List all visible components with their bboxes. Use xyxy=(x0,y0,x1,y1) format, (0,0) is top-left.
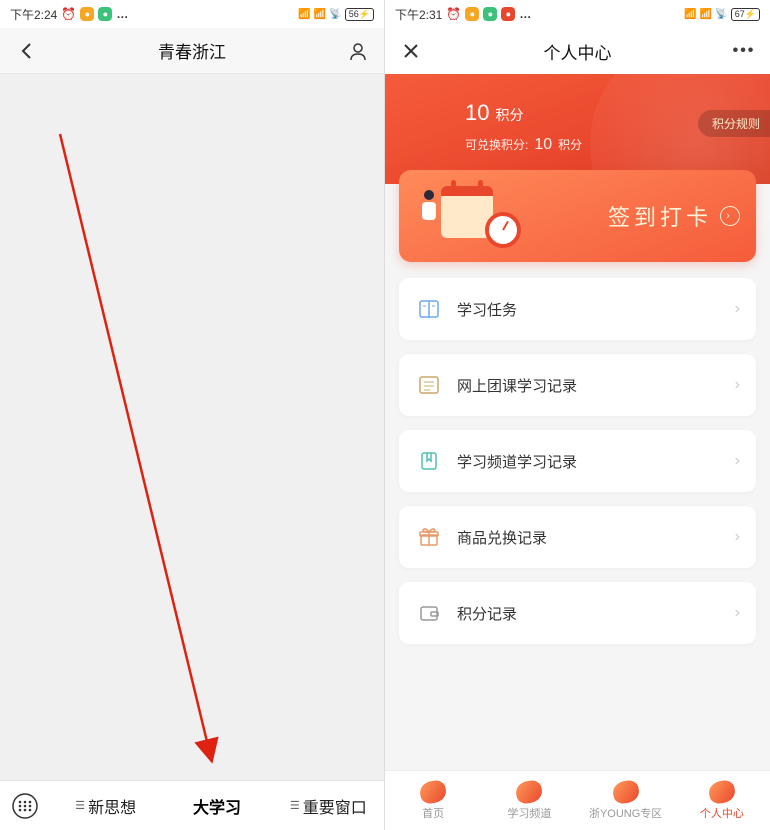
menu-study-tasks[interactable]: 学习任务 › xyxy=(399,278,756,340)
book-icon xyxy=(415,295,443,323)
keypad-icon xyxy=(12,793,38,819)
navbar: 青春浙江 xyxy=(0,28,384,74)
page-title: 青春浙江 xyxy=(158,38,226,63)
chevron-right-icon: › xyxy=(735,604,740,622)
list-icon: ☰ xyxy=(290,799,300,812)
annotation-arrow-icon xyxy=(0,74,384,780)
keypad-button[interactable] xyxy=(4,785,46,827)
alarm-icon: ⏰ xyxy=(61,7,76,21)
menu-label: 网上团课学习记录 xyxy=(457,375,735,396)
page-title: 个人中心 xyxy=(544,39,612,64)
checkin-label: 签到打卡 xyxy=(608,200,712,232)
menu-label: 学习频道学习记录 xyxy=(457,451,735,472)
points-rules-button[interactable]: 积分规则 xyxy=(698,110,770,137)
tab-label: 首页 xyxy=(422,805,444,821)
tab-zheyoung-icon xyxy=(611,778,640,804)
back-button[interactable] xyxy=(14,39,38,63)
tab-study-channel[interactable]: 学习频道 xyxy=(481,771,577,830)
chevron-left-icon xyxy=(20,42,32,60)
tab-profile[interactable]: 个人中心 xyxy=(674,771,770,830)
chevron-right-icon: › xyxy=(735,300,740,318)
tab-new-thought[interactable]: ☰ 新思想 xyxy=(50,781,161,830)
news-icon xyxy=(415,371,443,399)
tab-label: 大学习 xyxy=(193,794,241,818)
chevron-right-circle-icon: › xyxy=(720,206,740,226)
menu-label: 商品兑换记录 xyxy=(457,527,735,548)
points-value: 10 xyxy=(465,100,489,126)
battery-icon: 56⚡ xyxy=(345,8,374,21)
status-time: 下午2:24 xyxy=(10,6,57,23)
signal-icon: 📶 xyxy=(298,9,310,20)
gift-icon xyxy=(415,523,443,551)
tab-home-icon xyxy=(418,778,447,804)
status-bar: 下午2:31 ⏰ ● ● ● … 📶 📶 📡 67⚡ xyxy=(385,0,770,28)
chevron-right-icon: › xyxy=(735,528,740,546)
app-badge-1-icon: ● xyxy=(80,7,94,21)
wifi-icon: 📡 xyxy=(329,9,341,20)
phone-left: 下午2:24 ⏰ ● ● … 📶 📶 📡 56⚡ 青春浙江 xyxy=(0,0,385,830)
bottom-tab-bar: 首页 学习频道 浙YOUNG专区 个人中心 xyxy=(385,770,770,830)
wallet-icon xyxy=(415,599,443,627)
status-more-icon: … xyxy=(519,7,533,21)
empty-content-area xyxy=(0,74,384,780)
profile-button[interactable] xyxy=(346,39,370,63)
checkin-card[interactable]: 签到打卡 › xyxy=(399,170,756,262)
tab-label: 重要窗口 xyxy=(303,794,367,818)
tab-study-icon xyxy=(515,778,544,804)
close-button[interactable] xyxy=(399,39,423,63)
chevron-right-icon: › xyxy=(735,376,740,394)
status-more-icon: … xyxy=(116,7,130,21)
checkin-illustration-icon xyxy=(415,180,525,252)
signal-icon: 📶 xyxy=(684,9,696,20)
phone-right: 下午2:31 ⏰ ● ● ● … 📶 📶 📡 67⚡ 个人中心 ••• xyxy=(385,0,770,830)
app-badge-3-icon: ● xyxy=(501,7,515,21)
status-bar: 下午2:24 ⏰ ● ● … 📶 📶 📡 56⚡ xyxy=(0,0,384,28)
tab-label: 个人中心 xyxy=(700,805,744,821)
tab-label: 浙YOUNG专区 xyxy=(589,805,662,821)
status-time: 下午2:31 xyxy=(395,6,442,23)
menu-label: 学习任务 xyxy=(457,299,735,320)
tab-zheyoung[interactable]: 浙YOUNG专区 xyxy=(578,771,674,830)
app-badge-1-icon: ● xyxy=(465,7,479,21)
bookmark-icon xyxy=(415,447,443,475)
list-icon: ☰ xyxy=(75,799,85,812)
alarm-icon: ⏰ xyxy=(446,7,461,21)
exchange-value: 10 xyxy=(534,136,552,154)
menu-points-records[interactable]: 积分记录 › xyxy=(399,582,756,644)
tab-home[interactable]: 首页 xyxy=(385,771,481,830)
user-icon xyxy=(348,41,368,61)
close-icon xyxy=(403,43,419,59)
menu-channel-records[interactable]: 学习频道学习记录 › xyxy=(399,430,756,492)
tab-study[interactable]: 大学习 xyxy=(161,781,272,830)
points-unit: 积分 xyxy=(495,105,523,125)
chevron-right-icon: › xyxy=(735,452,740,470)
tab-label: 学习频道 xyxy=(507,805,551,821)
tab-profile-icon xyxy=(707,778,736,804)
signal-icon: 📶 xyxy=(700,9,712,20)
hero-panel: 10 积分 可兑换积分: 10 积分 积分规则 xyxy=(385,74,770,184)
signal-icon: 📶 xyxy=(314,9,326,20)
tab-important-window[interactable]: ☰ 重要窗口 xyxy=(273,781,384,830)
menu-exchange-records[interactable]: 商品兑换记录 › xyxy=(399,506,756,568)
wifi-icon: 📡 xyxy=(715,9,727,20)
content-area: 签到打卡 › 学习任务 › 网上团课学习记录 › xyxy=(385,170,770,718)
tab-label: 新思想 xyxy=(88,794,136,818)
exchange-label: 可兑换积分: xyxy=(465,136,528,153)
points-unit: 积分 xyxy=(558,136,582,153)
menu-label: 积分记录 xyxy=(457,603,735,624)
app-badge-2-icon: ● xyxy=(98,7,112,21)
app-badge-2-icon: ● xyxy=(483,7,497,21)
bottom-tab-bar: ☰ 新思想 大学习 ☰ 重要窗口 xyxy=(0,780,384,830)
battery-icon: 67⚡ xyxy=(731,8,760,21)
menu-online-course-records[interactable]: 网上团课学习记录 › xyxy=(399,354,756,416)
